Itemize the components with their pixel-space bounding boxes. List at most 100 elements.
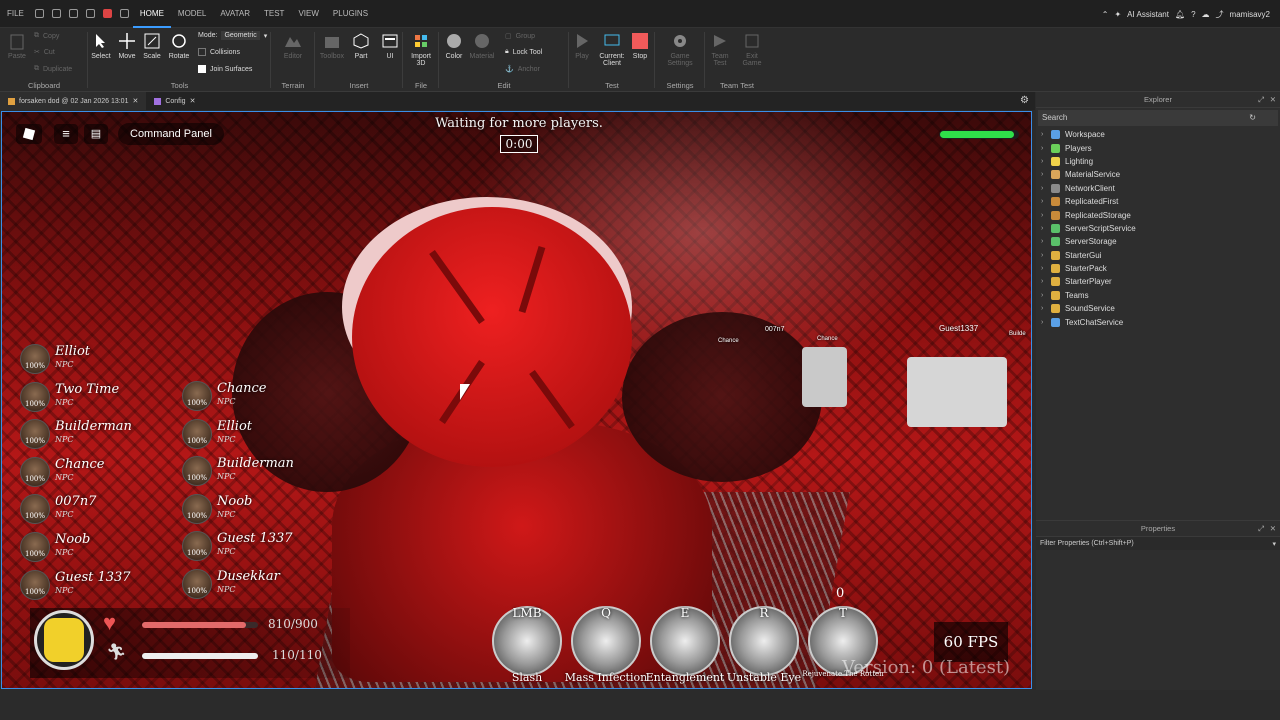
menu-home[interactable]: HOME	[132, 0, 171, 28]
chevron-right-icon[interactable]: ›	[1041, 158, 1051, 165]
chevron-down-icon[interactable]: ▾	[1272, 540, 1276, 548]
menu-model[interactable]: MODEL	[171, 0, 213, 28]
game-viewport[interactable]: 007n7 Chance Chance Guest1337 Builde Wai…	[1, 111, 1032, 689]
join-surfaces-checkbox[interactable]: Join Surfaces	[198, 65, 252, 73]
menu-avatar[interactable]: AVATAR	[213, 0, 257, 28]
collapse-icon[interactable]: ⌃	[1102, 10, 1109, 19]
toolbox-button[interactable]: Toolbox	[319, 32, 345, 60]
new-file-icon[interactable]	[34, 9, 44, 18]
rotate-button[interactable]: Rotate	[166, 32, 192, 60]
game-settings-button[interactable]: Game Settings	[667, 32, 693, 67]
close-icon[interactable]: ✕	[190, 97, 196, 105]
menu-plugins[interactable]: PLUGINS	[326, 0, 375, 28]
cloud-icon[interactable]: ☁	[1202, 10, 1210, 19]
terrain-editor-button[interactable]: Editor	[280, 32, 306, 60]
chevron-right-icon[interactable]: ›	[1041, 171, 1051, 178]
roblox-menu-button[interactable]	[16, 124, 42, 144]
current-client-button[interactable]: Current: Client	[597, 32, 627, 67]
explorer-item[interactable]: › SoundService	[1036, 302, 1280, 315]
select-button[interactable]: Select	[88, 32, 114, 60]
explorer-item[interactable]: › StarterPlayer	[1036, 275, 1280, 288]
tab-place[interactable]: forsaken dod @ 02 Jan 2026 13:01 ✕	[0, 92, 147, 110]
part-button[interactable]: Part	[348, 32, 374, 60]
bell-icon[interactable]: 🔔︎	[1175, 10, 1185, 19]
properties-filter-input[interactable]: Filter Properties (Ctrl+Shift+P) ▾	[1036, 537, 1280, 550]
chevron-right-icon[interactable]: ›	[1041, 145, 1051, 152]
anchor-button[interactable]: ⚓ Anchor	[505, 65, 540, 74]
chevron-right-icon[interactable]: ›	[1041, 225, 1051, 232]
chevron-right-icon[interactable]: ›	[1041, 185, 1051, 192]
scale-button[interactable]: Scale	[139, 32, 165, 60]
popout-icon[interactable]: ⤢	[1258, 521, 1264, 537]
chevron-right-icon[interactable]: ›	[1041, 212, 1051, 219]
material-button[interactable]: Material	[469, 32, 495, 60]
undo-icon[interactable]	[119, 9, 129, 18]
ability-slot[interactable]: R Unstable Eye	[727, 606, 801, 684]
play-button[interactable]: Play	[569, 32, 595, 60]
history-icon[interactable]: ↻	[1249, 110, 1256, 126]
paste-button[interactable]: Paste	[4, 32, 30, 60]
duplicate-button[interactable]: ⧉ Duplicate	[34, 65, 72, 73]
cut-button[interactable]: ✂ Cut	[34, 48, 55, 57]
explorer-item[interactable]: › StarterGui	[1036, 249, 1280, 262]
stop-button[interactable]: Stop	[627, 32, 653, 60]
chevron-right-icon[interactable]: ›	[1041, 278, 1051, 285]
exit-game-button[interactable]: Exit Game	[739, 32, 765, 67]
share-icon[interactable]: ⤴	[1216, 9, 1224, 20]
play-icon[interactable]	[85, 9, 95, 18]
service-icon	[1051, 143, 1060, 153]
save-icon[interactable]	[51, 9, 61, 18]
lock-tool-button[interactable]: 🔒︎ Lock Tool	[505, 48, 542, 56]
redo-icon[interactable]	[68, 9, 78, 18]
group-button[interactable]: ▢ Group	[505, 32, 535, 41]
hamburger-icon[interactable]: ≡	[54, 124, 78, 144]
chevron-right-icon[interactable]: ›	[1041, 305, 1051, 312]
explorer-item[interactable]: › ServerStorage	[1036, 235, 1280, 248]
command-panel-button[interactable]: Command Panel	[118, 123, 224, 145]
team-test-button[interactable]: Team Test	[707, 32, 733, 67]
menu-file[interactable]: FILE	[0, 0, 31, 28]
explorer-item[interactable]: › NetworkClient	[1036, 182, 1280, 195]
menu-view[interactable]: VIEW	[291, 0, 325, 28]
chevron-right-icon[interactable]: ›	[1041, 265, 1051, 272]
close-icon[interactable]: ✕	[1270, 92, 1276, 108]
explorer-item[interactable]: › ServerScriptService	[1036, 222, 1280, 235]
explorer-item[interactable]: › StarterPack	[1036, 262, 1280, 275]
chevron-right-icon[interactable]: ›	[1041, 319, 1051, 326]
explorer-item[interactable]: › Players	[1036, 141, 1280, 154]
chat-icon[interactable]: ▤	[84, 124, 108, 144]
explorer-item[interactable]: › MaterialService	[1036, 168, 1280, 181]
explorer-search-input[interactable]: Search ↻	[1038, 110, 1278, 126]
help-icon[interactable]: ?	[1191, 10, 1195, 19]
chevron-right-icon[interactable]: ›	[1041, 198, 1051, 205]
copy-button[interactable]: ⧉ Copy	[34, 32, 59, 40]
move-button[interactable]: Move	[114, 32, 140, 60]
explorer-item[interactable]: › ReplicatedFirst	[1036, 195, 1280, 208]
close-icon[interactable]: ✕	[132, 97, 138, 105]
color-button[interactable]: Color	[441, 32, 467, 60]
import-3d-button[interactable]: Import 3D	[408, 32, 434, 67]
stop-icon[interactable]	[102, 9, 112, 18]
explorer-item[interactable]: › Lighting	[1036, 155, 1280, 168]
chevron-right-icon[interactable]: ›	[1041, 292, 1051, 299]
chevron-right-icon[interactable]: ›	[1041, 252, 1051, 259]
close-icon[interactable]: ✕	[1270, 521, 1276, 537]
explorer-item[interactable]: › Teams	[1036, 289, 1280, 302]
tab-config[interactable]: Config ✕	[146, 92, 203, 110]
explorer-item[interactable]: › TextChatService	[1036, 315, 1280, 328]
ability-slot[interactable]: Q Mass Infection	[565, 606, 647, 684]
username[interactable]: mamisavy2	[1230, 10, 1270, 19]
menu-test[interactable]: TEST	[257, 0, 291, 28]
chevron-right-icon[interactable]: ›	[1041, 238, 1051, 245]
explorer-item[interactable]: › ReplicatedStorage	[1036, 208, 1280, 221]
chevron-right-icon[interactable]: ›	[1041, 131, 1051, 138]
collisions-toggle[interactable]: Collisions	[198, 48, 240, 56]
explorer-item[interactable]: › Workspace	[1036, 128, 1280, 141]
ability-slot[interactable]: E Entanglement	[646, 606, 724, 684]
ui-button[interactable]: UI	[377, 32, 403, 60]
viewport-settings-icon[interactable]: ⚙	[1020, 95, 1029, 106]
mode-select[interactable]: Mode: Geometric ▾	[198, 31, 267, 40]
ability-slot[interactable]: LMB Slash	[492, 606, 562, 684]
popout-icon[interactable]: ⤢	[1258, 92, 1264, 108]
ai-assistant-button[interactable]: AI Assistant	[1127, 10, 1169, 19]
